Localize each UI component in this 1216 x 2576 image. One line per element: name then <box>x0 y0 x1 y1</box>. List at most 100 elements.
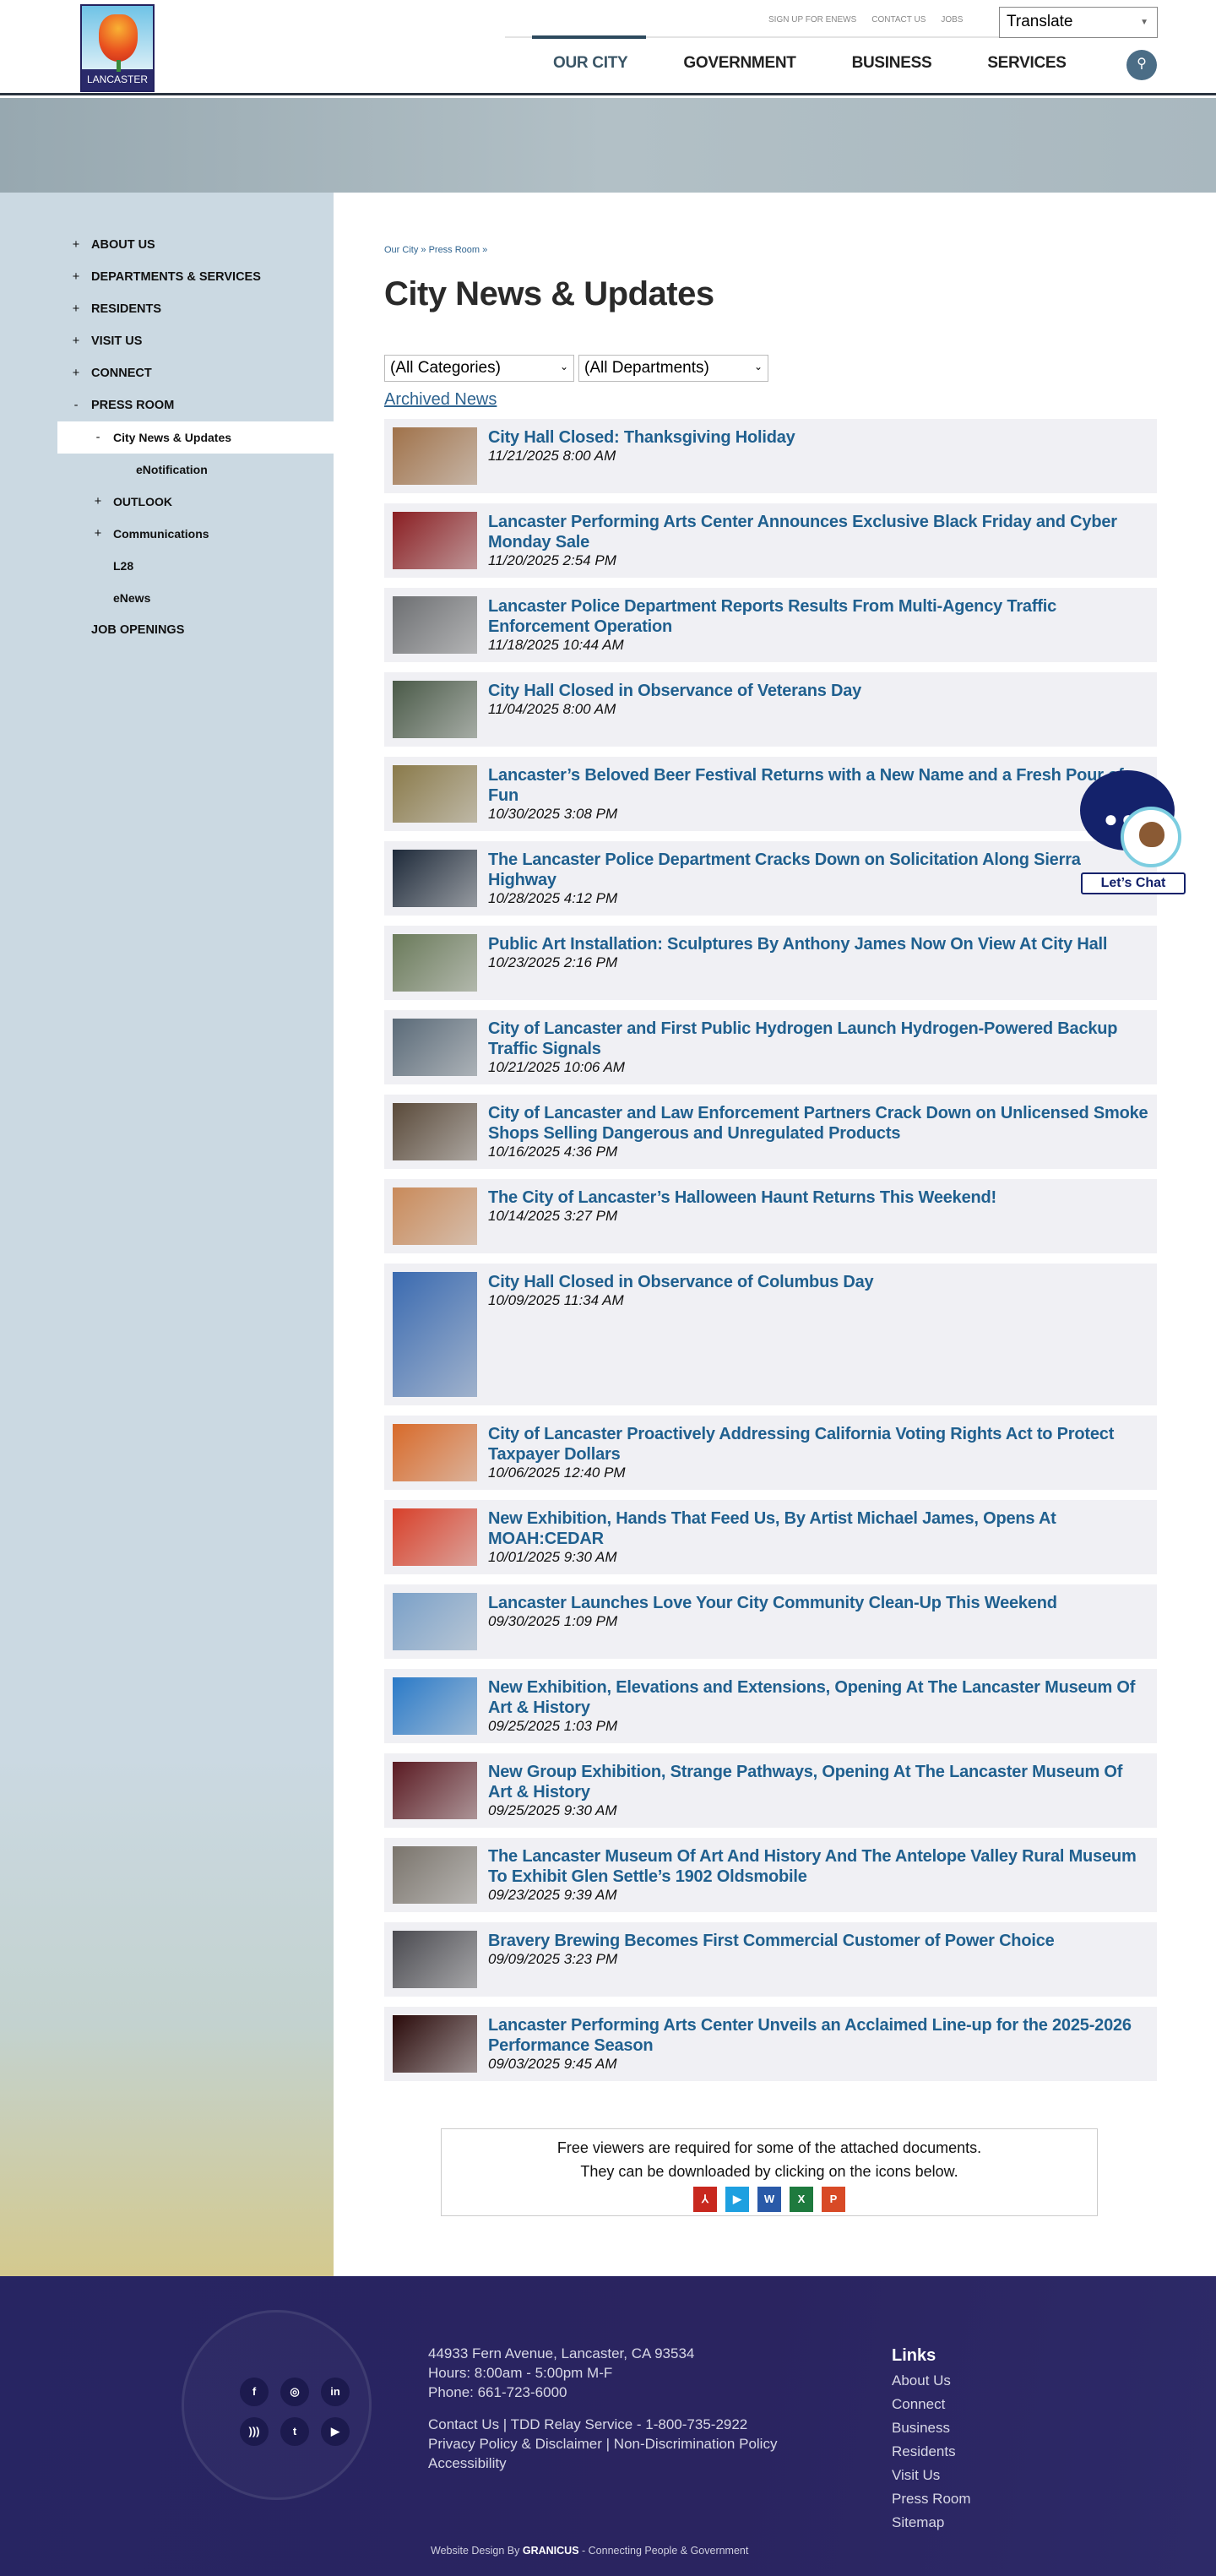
news-title-link[interactable]: Public Art Installation: Sculptures By A… <box>488 934 1148 954</box>
news-title-link[interactable]: New Exhibition, Elevations and Extension… <box>488 1677 1148 1718</box>
news-thumbnail[interactable] <box>393 1103 477 1160</box>
news-thumbnail[interactable] <box>393 1272 477 1397</box>
news-title-link[interactable]: New Group Exhibition, Strange Pathways, … <box>488 1762 1148 1802</box>
news-title-link[interactable]: City Hall Closed in Observance of Vetera… <box>488 681 1148 701</box>
lets-chat-button[interactable]: Let’s Chat <box>1081 872 1186 894</box>
nav-services[interactable]: SERVICES <box>987 54 1067 73</box>
news-thumbnail[interactable] <box>393 1424 477 1481</box>
news-title-link[interactable]: Lancaster Performing Arts Center Announc… <box>488 512 1148 552</box>
collapse-icon[interactable]: - <box>92 431 104 444</box>
youtube-icon[interactable]: ▶ <box>321 2417 350 2446</box>
news-thumbnail[interactable] <box>393 2015 477 2073</box>
news-title-link[interactable]: City Hall Closed: Thanksgiving Holiday <box>488 427 1148 448</box>
news-item[interactable]: Public Art Installation: Sculptures By A… <box>384 926 1157 1000</box>
department-filter-select[interactable]: (All Departments) ⌄ <box>578 355 768 382</box>
sidebar-item[interactable]: eNotification <box>0 454 334 486</box>
sidebar-item[interactable]: + DEPARTMENTS & SERVICES <box>0 261 334 293</box>
news-title-link[interactable]: City of Lancaster and Law Enforcement Pa… <box>488 1103 1148 1144</box>
news-thumbnail[interactable] <box>393 934 477 992</box>
sidebar-item[interactable]: - City News & Updates <box>57 421 334 454</box>
nav-business[interactable]: BUSINESS <box>852 54 932 73</box>
news-item[interactable]: The Lancaster Police Department Cracks D… <box>384 841 1157 916</box>
nav-government[interactable]: GOVERNMENT <box>683 54 795 73</box>
news-item[interactable]: New Exhibition, Hands That Feed Us, By A… <box>384 1500 1157 1574</box>
news-title-link[interactable]: The Lancaster Police Department Cracks D… <box>488 850 1148 890</box>
news-thumbnail[interactable] <box>393 1846 477 1904</box>
expand-icon[interactable]: + <box>70 238 82 252</box>
news-thumbnail[interactable] <box>393 427 477 485</box>
footer-link[interactable]: Sitemap <box>892 2511 971 2535</box>
expand-icon[interactable]: + <box>92 527 104 541</box>
expand-icon[interactable]: + <box>70 334 82 348</box>
news-item[interactable]: Lancaster Performing Arts Center Unveils… <box>384 2007 1157 2081</box>
twitter-icon[interactable]: t <box>280 2417 309 2446</box>
news-item[interactable]: The Lancaster Museum Of Art And History … <box>384 1838 1157 1912</box>
news-thumbnail[interactable] <box>393 1677 477 1735</box>
news-title-link[interactable]: Lancaster Police Department Reports Resu… <box>488 596 1148 637</box>
news-item[interactable]: Lancaster Launches Love Your City Commun… <box>384 1584 1157 1659</box>
rss-icon[interactable]: ))) <box>240 2417 269 2446</box>
expand-icon[interactable]: + <box>92 495 104 508</box>
footer-link[interactable]: Press Room <box>892 2487 971 2511</box>
news-item[interactable]: The City of Lancaster’s Halloween Haunt … <box>384 1179 1157 1253</box>
news-thumbnail[interactable] <box>393 1931 477 1988</box>
news-item[interactable]: City of Lancaster Proactively Addressing… <box>384 1416 1157 1490</box>
search-button[interactable]: ⚲ <box>1126 50 1157 80</box>
signup-enews-link[interactable]: SIGN UP FOR ENEWS <box>768 15 856 24</box>
powerpoint-icon[interactable]: P <box>822 2187 845 2212</box>
news-thumbnail[interactable] <box>393 1508 477 1566</box>
news-title-link[interactable]: Lancaster’s Beloved Beer Festival Return… <box>488 765 1148 806</box>
news-item[interactable]: Lancaster’s Beloved Beer Festival Return… <box>384 757 1157 831</box>
news-item[interactable]: Bravery Brewing Becomes First Commercial… <box>384 1922 1157 1997</box>
news-title-link[interactable]: City of Lancaster and First Public Hydro… <box>488 1019 1148 1059</box>
sidebar-item[interactable]: + RESIDENTS <box>0 293 334 325</box>
news-thumbnail[interactable] <box>393 681 477 738</box>
translate-select[interactable]: Translate ▼ <box>999 7 1158 38</box>
news-item[interactable]: Lancaster Performing Arts Center Announc… <box>384 503 1157 578</box>
news-title-link[interactable]: Bravery Brewing Becomes First Commercial… <box>488 1931 1148 1951</box>
news-item[interactable]: City Hall Closed: Thanksgiving Holiday 11… <box>384 419 1157 493</box>
category-filter-select[interactable]: (All Categories) ⌄ <box>384 355 574 382</box>
news-item[interactable]: Lancaster Police Department Reports Resu… <box>384 588 1157 662</box>
expand-icon[interactable]: + <box>70 302 82 316</box>
news-title-link[interactable]: New Exhibition, Hands That Feed Us, By A… <box>488 1508 1148 1549</box>
lancaster-logo[interactable]: LANCASTER <box>80 4 155 92</box>
contact-us-link[interactable]: CONTACT US <box>871 15 926 24</box>
archived-news-link[interactable]: Archived News <box>384 390 497 410</box>
footer-link[interactable]: Residents <box>892 2440 971 2464</box>
news-title-link[interactable]: City of Lancaster Proactively Addressing… <box>488 1424 1148 1465</box>
news-item[interactable]: City Hall Closed in Observance of Columb… <box>384 1264 1157 1405</box>
news-thumbnail[interactable] <box>393 1187 477 1245</box>
news-title-link[interactable]: The City of Lancaster’s Halloween Haunt … <box>488 1187 1148 1208</box>
sidebar-item[interactable]: + ABOUT US <box>0 229 334 261</box>
media-player-icon[interactable]: ▶ <box>725 2187 749 2212</box>
pdf-icon[interactable]: ⅄ <box>693 2187 717 2212</box>
news-item[interactable]: New Exhibition, Elevations and Extension… <box>384 1669 1157 1743</box>
footer-link[interactable]: Visit Us <box>892 2464 971 2487</box>
news-title-link[interactable]: The Lancaster Museum Of Art And History … <box>488 1846 1148 1887</box>
news-item[interactable]: City Hall Closed in Observance of Vetera… <box>384 672 1157 747</box>
news-thumbnail[interactable] <box>393 850 477 907</box>
sidebar-item[interactable]: JOB OPENINGS <box>0 614 334 646</box>
footer-contact-line[interactable]: Contact Us | TDD Relay Service - 1-800-7… <box>428 2415 777 2434</box>
instagram-icon[interactable]: ◎ <box>280 2378 309 2406</box>
sidebar-item[interactable]: L28 <box>0 550 334 582</box>
jobs-link[interactable]: JOBS <box>941 15 963 24</box>
news-item[interactable]: City of Lancaster and First Public Hydro… <box>384 1010 1157 1084</box>
footer-accessibility-link[interactable]: Accessibility <box>428 2454 777 2473</box>
breadcrumb[interactable]: Our City » Press Room » <box>384 245 487 255</box>
news-thumbnail[interactable] <box>393 596 477 654</box>
footer-policy-line[interactable]: Privacy Policy & Disclaimer | Non-Discri… <box>428 2434 777 2454</box>
linkedin-icon[interactable]: in <box>321 2378 350 2406</box>
sidebar-item[interactable]: + VISIT US <box>0 325 334 357</box>
sidebar-item[interactable]: + CONNECT <box>0 357 334 389</box>
excel-icon[interactable]: X <box>790 2187 813 2212</box>
collapse-icon[interactable]: - <box>70 399 82 412</box>
word-icon[interactable]: W <box>757 2187 781 2212</box>
news-title-link[interactable]: City Hall Closed in Observance of Columb… <box>488 1272 1148 1292</box>
news-item[interactable]: New Group Exhibition, Strange Pathways, … <box>384 1753 1157 1828</box>
footer-link[interactable]: Connect <box>892 2393 971 2416</box>
chat-widget[interactable]: ●● Let’s Chat <box>1077 769 1191 895</box>
facebook-icon[interactable]: f <box>240 2378 269 2406</box>
granicus-link[interactable]: GRANICUS <box>523 2545 579 2557</box>
